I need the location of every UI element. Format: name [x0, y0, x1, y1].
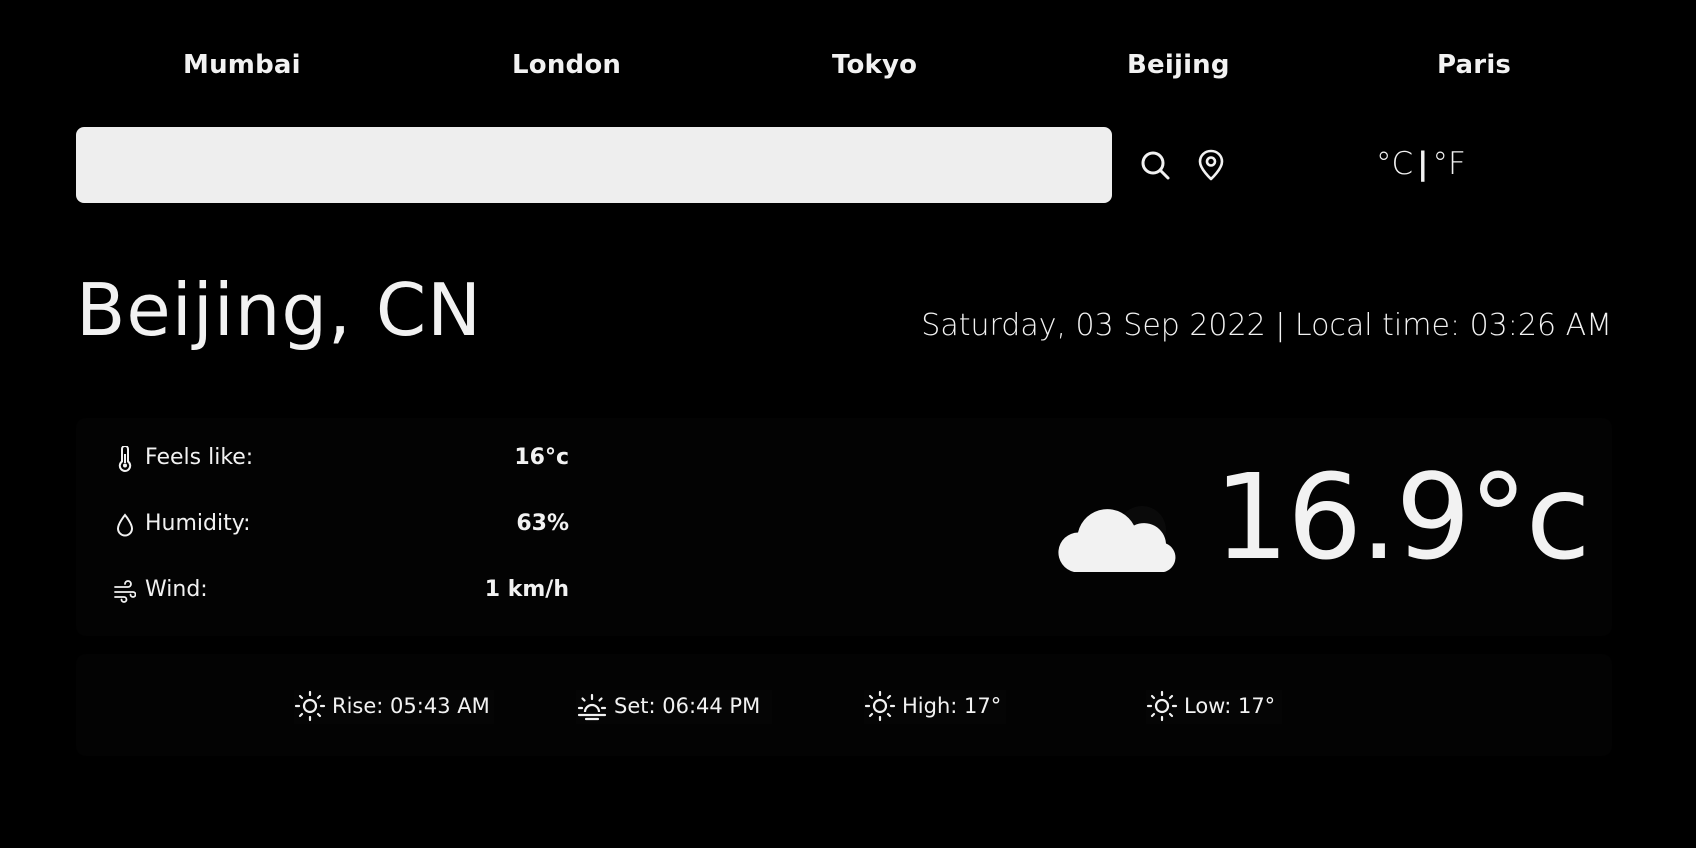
humidity-label: Humidity:	[145, 511, 251, 536]
search-icon[interactable]	[1136, 146, 1174, 184]
local-datetime: Saturday, 03 Sep 2022 | Local time: 03:2…	[921, 308, 1612, 343]
city-nav: Mumbai London Tokyo Beijing Paris	[0, 50, 1696, 90]
fahrenheit-button[interactable]: °F	[1432, 146, 1465, 182]
search-input[interactable]	[76, 127, 1112, 203]
sun-icon	[864, 690, 896, 722]
high-temp-text: High: 17°	[902, 694, 1002, 718]
wind-value: 1 km/h	[484, 577, 569, 602]
low-temp-text: Low: 17°	[1184, 694, 1276, 718]
wind-row: Wind: 1 km/h	[114, 577, 569, 607]
sunset-text: Set: 06:44 PM	[614, 694, 761, 718]
unit-toggle: °C | °F	[1376, 146, 1466, 182]
sun-icon	[294, 690, 326, 722]
feels-like-label: Feels like:	[145, 445, 254, 470]
sunset-icon	[576, 690, 608, 722]
city-link-tokyo[interactable]: Tokyo	[832, 50, 917, 80]
low-temp-item: Low: 17°	[1146, 690, 1282, 724]
feels-like-row: Feels like: 16°c	[114, 445, 569, 475]
location-title: Beijing, CN	[76, 268, 482, 352]
wind-label: Wind:	[145, 577, 208, 602]
humidity-value: 63%	[516, 511, 569, 536]
cloud-icon	[1052, 488, 1188, 584]
sunset-item: Set: 06:44 PM	[576, 690, 772, 724]
unit-separator: |	[1417, 146, 1429, 182]
wind-icon	[114, 578, 137, 604]
feels-like-value: 16°c	[514, 445, 569, 470]
sunrise-text: Rise: 05:43 AM	[332, 694, 490, 718]
humidity-row: Humidity: 63%	[114, 511, 569, 541]
thermometer-icon	[114, 445, 136, 472]
celsius-button[interactable]: °C	[1376, 146, 1413, 182]
sun-icon	[1146, 690, 1178, 722]
location-pin-icon[interactable]	[1192, 146, 1230, 184]
high-temp-item: High: 17°	[864, 690, 1006, 724]
city-link-paris[interactable]: Paris	[1437, 50, 1511, 80]
city-link-london[interactable]: London	[512, 50, 621, 80]
sunrise-item: Rise: 05:43 AM	[294, 690, 494, 724]
droplet-icon	[114, 512, 136, 538]
city-link-mumbai[interactable]: Mumbai	[183, 50, 301, 80]
city-link-beijing[interactable]: Beijing	[1127, 50, 1230, 80]
current-temperature: 16.9°c	[1214, 448, 1591, 586]
